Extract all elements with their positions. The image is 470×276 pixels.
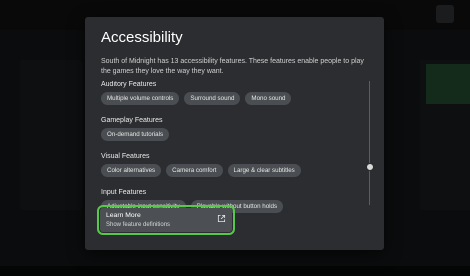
section-title: Visual Features (101, 153, 150, 160)
feature-chip: Surround sound (184, 92, 241, 105)
feature-chip: On-demand tutorials (101, 128, 170, 141)
scrollbar-thumb[interactable] (366, 163, 374, 171)
features-list[interactable]: Auditory Features Multiple volume contro… (101, 81, 367, 215)
dialog-title: Accessibility (101, 29, 183, 46)
section-title: Input Features (101, 189, 147, 196)
open-external-icon (217, 214, 226, 223)
feature-chip: Large & clear subtitles (227, 164, 301, 177)
feature-chip: Mono sound (245, 92, 292, 105)
learn-more-button[interactable]: Learn More Show feature definitions (97, 205, 235, 235)
scrollbar-track[interactable] (369, 81, 370, 205)
learn-more-subtitle: Show feature definitions (106, 222, 171, 228)
dialog-description: South of Midnight has 13 accessibility f… (101, 58, 364, 75)
section-title: Gameplay Features (101, 117, 163, 124)
feature-chip: Color alternatives (101, 164, 162, 177)
feature-section-visual: Visual Features Color alternatives Camer… (101, 153, 367, 185)
learn-more-title: Learn More (106, 212, 141, 219)
feature-chip: Multiple volume controls (101, 92, 180, 105)
section-title: Auditory Features (101, 81, 157, 88)
feature-chip: Camera comfort (166, 164, 223, 177)
feature-section-gameplay: Gameplay Features On-demand tutorials (101, 117, 367, 149)
feature-section-auditory: Auditory Features Multiple volume contro… (101, 81, 367, 113)
